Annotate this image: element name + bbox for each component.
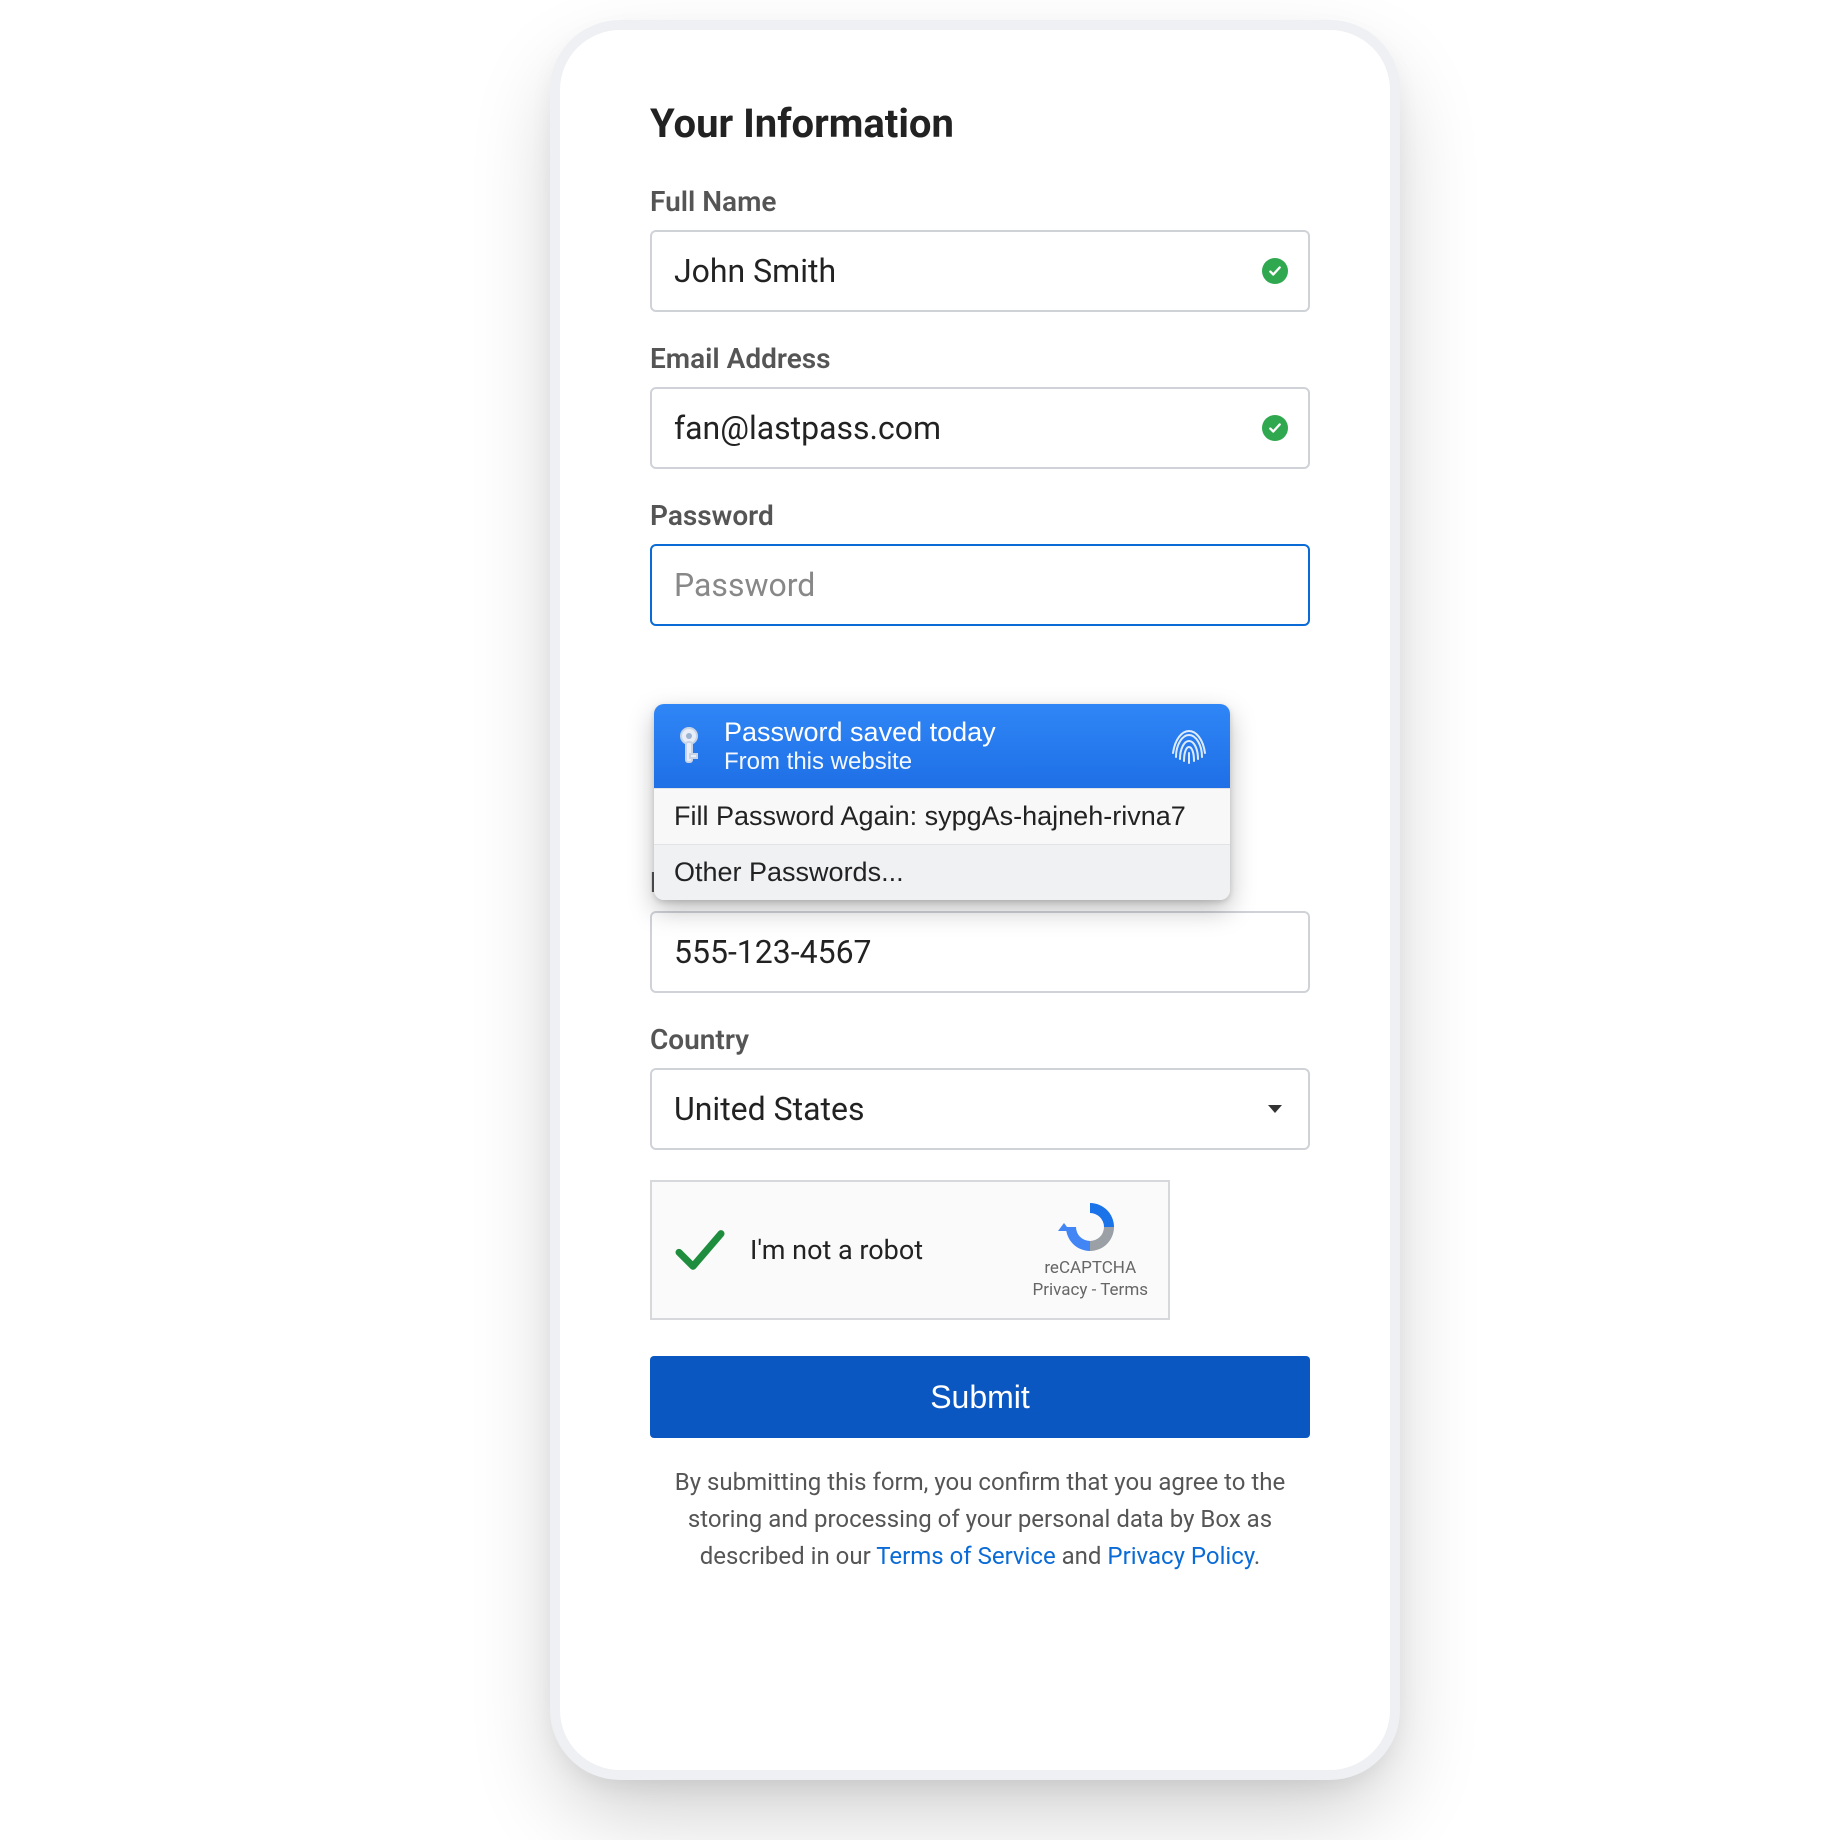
label-password: Password [650, 499, 1310, 532]
recaptcha-label: I'm not a robot [750, 1234, 1011, 1266]
valid-check-icon [1262, 258, 1288, 284]
chevron-down-icon [1268, 1105, 1282, 1113]
field-country: Country United States [650, 1023, 1310, 1150]
privacy-policy-link[interactable]: Privacy Policy [1107, 1542, 1254, 1570]
recaptcha-widget[interactable]: I'm not a robot reCAPTCHA Privacy - Term… [650, 1180, 1170, 1320]
field-full-name: Full Name John Smith [650, 185, 1310, 312]
disclaimer-post: . [1254, 1542, 1260, 1570]
recaptcha-links[interactable]: Privacy - Terms [1033, 1279, 1149, 1301]
autofill-title: Password saved today [724, 716, 1148, 748]
label-email: Email Address [650, 342, 1310, 375]
recaptcha-check-icon [672, 1222, 728, 1278]
field-password: Password Password [650, 499, 1310, 626]
password-placeholder: Password [674, 566, 815, 604]
full-name-input[interactable]: John Smith [650, 230, 1310, 312]
recaptcha-branding: reCAPTCHA Privacy - Terms [1033, 1199, 1149, 1301]
country-select[interactable]: United States [650, 1068, 1310, 1150]
autofill-subtitle: From this website [724, 748, 1148, 776]
fingerprint-icon [1166, 723, 1212, 769]
terms-of-service-link[interactable]: Terms of Service [876, 1542, 1055, 1570]
page-title: Your Information [650, 100, 1310, 147]
recaptcha-logo-icon [1058, 1199, 1122, 1253]
key-icon [672, 726, 706, 766]
field-email: Email Address fan@lastpass.com [650, 342, 1310, 469]
disclaimer-mid: and [1056, 1542, 1108, 1570]
phone-value: 555-123-4567 [674, 933, 872, 971]
autofill-other-passwords-item[interactable]: Other Passwords... [654, 844, 1230, 900]
disclaimer-text: By submitting this form, you confirm tha… [650, 1464, 1310, 1576]
password-autofill-popover: Password saved today From this website F… [654, 704, 1230, 900]
password-input[interactable]: Password [650, 544, 1310, 626]
email-value: fan@lastpass.com [674, 409, 941, 447]
phone-input[interactable]: 555-123-4567 [650, 911, 1310, 993]
autofill-fill-again-item[interactable]: Fill Password Again: sypgAs-hajneh-rivna… [654, 788, 1230, 844]
full-name-value: John Smith [674, 252, 836, 290]
valid-check-icon [1262, 415, 1288, 441]
submit-button[interactable]: Submit [650, 1356, 1310, 1438]
email-input[interactable]: fan@lastpass.com [650, 387, 1310, 469]
country-value: United States [674, 1090, 864, 1128]
autofill-saved-password-item[interactable]: Password saved today From this website [654, 704, 1230, 788]
label-country: Country [650, 1023, 1310, 1056]
recaptcha-brand-text: reCAPTCHA [1033, 1257, 1149, 1279]
label-full-name: Full Name [650, 185, 1310, 218]
